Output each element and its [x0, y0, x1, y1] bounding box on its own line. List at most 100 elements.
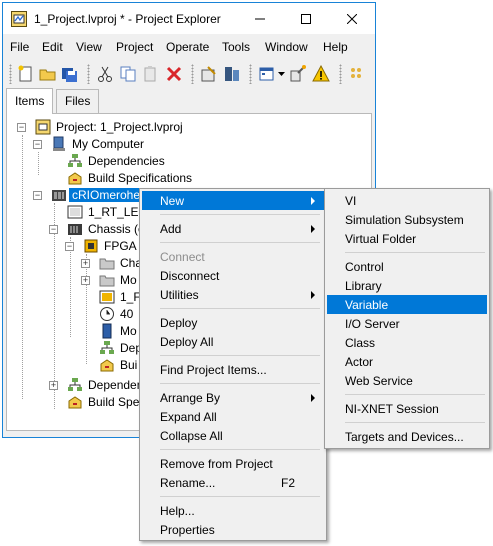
submenu-arrow-icon: [311, 394, 315, 402]
collapse-icon[interactable]: −: [33, 140, 42, 149]
toolbar-grip[interactable]: [9, 64, 12, 84]
submenu-item-web-service[interactable]: Web Service: [327, 371, 487, 390]
expand-icon[interactable]: +: [49, 381, 58, 390]
menu-item-add[interactable]: Add: [142, 219, 324, 238]
dropdown-arrow-icon[interactable]: [278, 72, 285, 76]
submenu-item-virtual-folder[interactable]: Virtual Folder: [327, 229, 487, 248]
submenu-item-actor[interactable]: Actor: [327, 352, 487, 371]
tab-items[interactable]: Items: [6, 88, 54, 114]
warning-icon[interactable]: [312, 65, 330, 83]
folder-icon: [99, 258, 115, 270]
submenu-item-control[interactable]: Control: [327, 257, 487, 276]
cut-icon[interactable]: [96, 65, 114, 83]
menu-operate[interactable]: Operate: [166, 40, 209, 54]
vi-icon: [67, 205, 83, 219]
menu-item-deploy-all[interactable]: Deploy All: [142, 332, 324, 351]
menu-item-new[interactable]: New: [142, 191, 324, 210]
menu-item-label: Virtual Folder: [345, 232, 417, 246]
separator: [160, 449, 320, 450]
shortcut-label: F2: [281, 476, 296, 490]
menu-item-deploy[interactable]: Deploy: [142, 313, 324, 332]
submenu-item-variable[interactable]: Variable: [327, 295, 487, 314]
submenu-item-simulation-subsystem[interactable]: Simulation Subsystem: [327, 210, 487, 229]
menu-item-label: New: [160, 194, 185, 208]
tree-label: Bui: [120, 358, 138, 372]
toolbar-grip-4[interactable]: [249, 64, 252, 84]
close-button[interactable]: [329, 3, 375, 34]
collapse-icon[interactable]: −: [49, 225, 58, 234]
collapse-icon[interactable]: −: [65, 242, 74, 251]
collapse-icon[interactable]: −: [17, 123, 26, 132]
menu-item-find-project-items[interactable]: Find Project Items...: [142, 360, 324, 379]
dots-icon[interactable]: [349, 65, 367, 83]
menu-help[interactable]: Help: [323, 40, 348, 54]
menu-item-help[interactable]: Help...: [142, 501, 324, 520]
collapse-icon[interactable]: −: [33, 191, 42, 200]
submenu-item-class[interactable]: Class: [327, 333, 487, 352]
menu-edit[interactable]: Edit: [42, 40, 63, 54]
menu-item-utilities[interactable]: Utilities: [142, 285, 324, 304]
expand-icon[interactable]: +: [81, 259, 90, 268]
menu-tools[interactable]: Tools: [222, 40, 250, 54]
submenu-item-vi[interactable]: VI: [327, 191, 487, 210]
menu-item-label: Properties: [160, 523, 215, 537]
menu-item-label: Class: [345, 336, 376, 350]
open-folder-icon[interactable]: [39, 65, 57, 83]
maximize-icon: [301, 13, 311, 24]
build-icon[interactable]: [200, 65, 218, 83]
submenu-item-io-server[interactable]: I/O Server: [327, 314, 487, 333]
tree-line: [22, 135, 23, 399]
menu-item-label: Library: [345, 279, 382, 293]
menu-window[interactable]: Window: [265, 40, 308, 54]
tree-label: Mo: [120, 324, 137, 338]
new-submenu: VI Simulation Subsystem Virtual Folder C…: [324, 188, 490, 449]
title-bar[interactable]: 1_Project.lvproj * - Project Explorer: [3, 3, 375, 34]
menu-item-properties[interactable]: Properties: [142, 520, 324, 539]
toolbar-grip-3[interactable]: [191, 64, 194, 84]
delete-icon[interactable]: [165, 65, 183, 83]
menu-item-disconnect[interactable]: Disconnect: [142, 266, 324, 285]
tree-label: FPGA: [104, 239, 137, 253]
toolbar-grip-2[interactable]: [87, 64, 90, 84]
submenu-arrow-icon: [311, 225, 315, 233]
menu-item-label: Utilities: [160, 288, 199, 302]
toolbar-grip-5[interactable]: [339, 64, 342, 84]
paste-icon[interactable]: [142, 65, 160, 83]
tab-files[interactable]: Files: [56, 89, 100, 114]
minimize-button[interactable]: [237, 3, 283, 34]
new-icon[interactable]: [17, 65, 35, 83]
tree-label: Mo: [120, 273, 137, 287]
dependencies-icon: [68, 154, 82, 167]
menu-item-rename[interactable]: Rename... F2: [142, 473, 324, 492]
menu-item-label: VI: [345, 194, 357, 208]
wrench-icon[interactable]: [289, 65, 307, 83]
tree-label: Dependencies: [88, 154, 165, 168]
menu-item-label: Find Project Items...: [160, 363, 267, 377]
menu-item-expand-all[interactable]: Expand All: [142, 407, 324, 426]
expand-icon[interactable]: +: [81, 276, 90, 285]
deploy-icon[interactable]: [223, 65, 241, 83]
save-all-icon[interactable]: [61, 65, 79, 83]
maximize-button[interactable]: [283, 3, 329, 34]
explorer-tabs: Items Files: [3, 88, 375, 114]
submenu-item-targets[interactable]: Targets and Devices...: [327, 427, 487, 446]
menu-item-label: NI-XNET Session: [345, 402, 439, 416]
menu-item-arrange-by[interactable]: Arrange By: [142, 388, 324, 407]
submenu-item-library[interactable]: Library: [327, 276, 487, 295]
view-options-icon[interactable]: [258, 65, 276, 83]
menu-item-collapse-all[interactable]: Collapse All: [142, 426, 324, 445]
labview-project-icon: [11, 11, 27, 27]
submenu-item-nixnet[interactable]: NI-XNET Session: [327, 399, 487, 418]
menu-item-label: Variable: [345, 298, 389, 312]
tree-label: cRIOmerohe: [69, 188, 144, 202]
window-title: 1_Project.lvproj * - Project Explorer: [34, 12, 221, 26]
menu-item-remove[interactable]: Remove from Project: [142, 454, 324, 473]
copy-icon[interactable]: [119, 65, 137, 83]
menu-item-label: Rename...: [160, 476, 216, 490]
menu-file[interactable]: File: [10, 40, 29, 54]
fpga-vi-icon: [99, 290, 115, 304]
minimize-icon: [255, 18, 265, 19]
build-spec-icon: [100, 359, 114, 372]
menu-view[interactable]: View: [76, 40, 102, 54]
menu-project[interactable]: Project: [116, 40, 153, 54]
